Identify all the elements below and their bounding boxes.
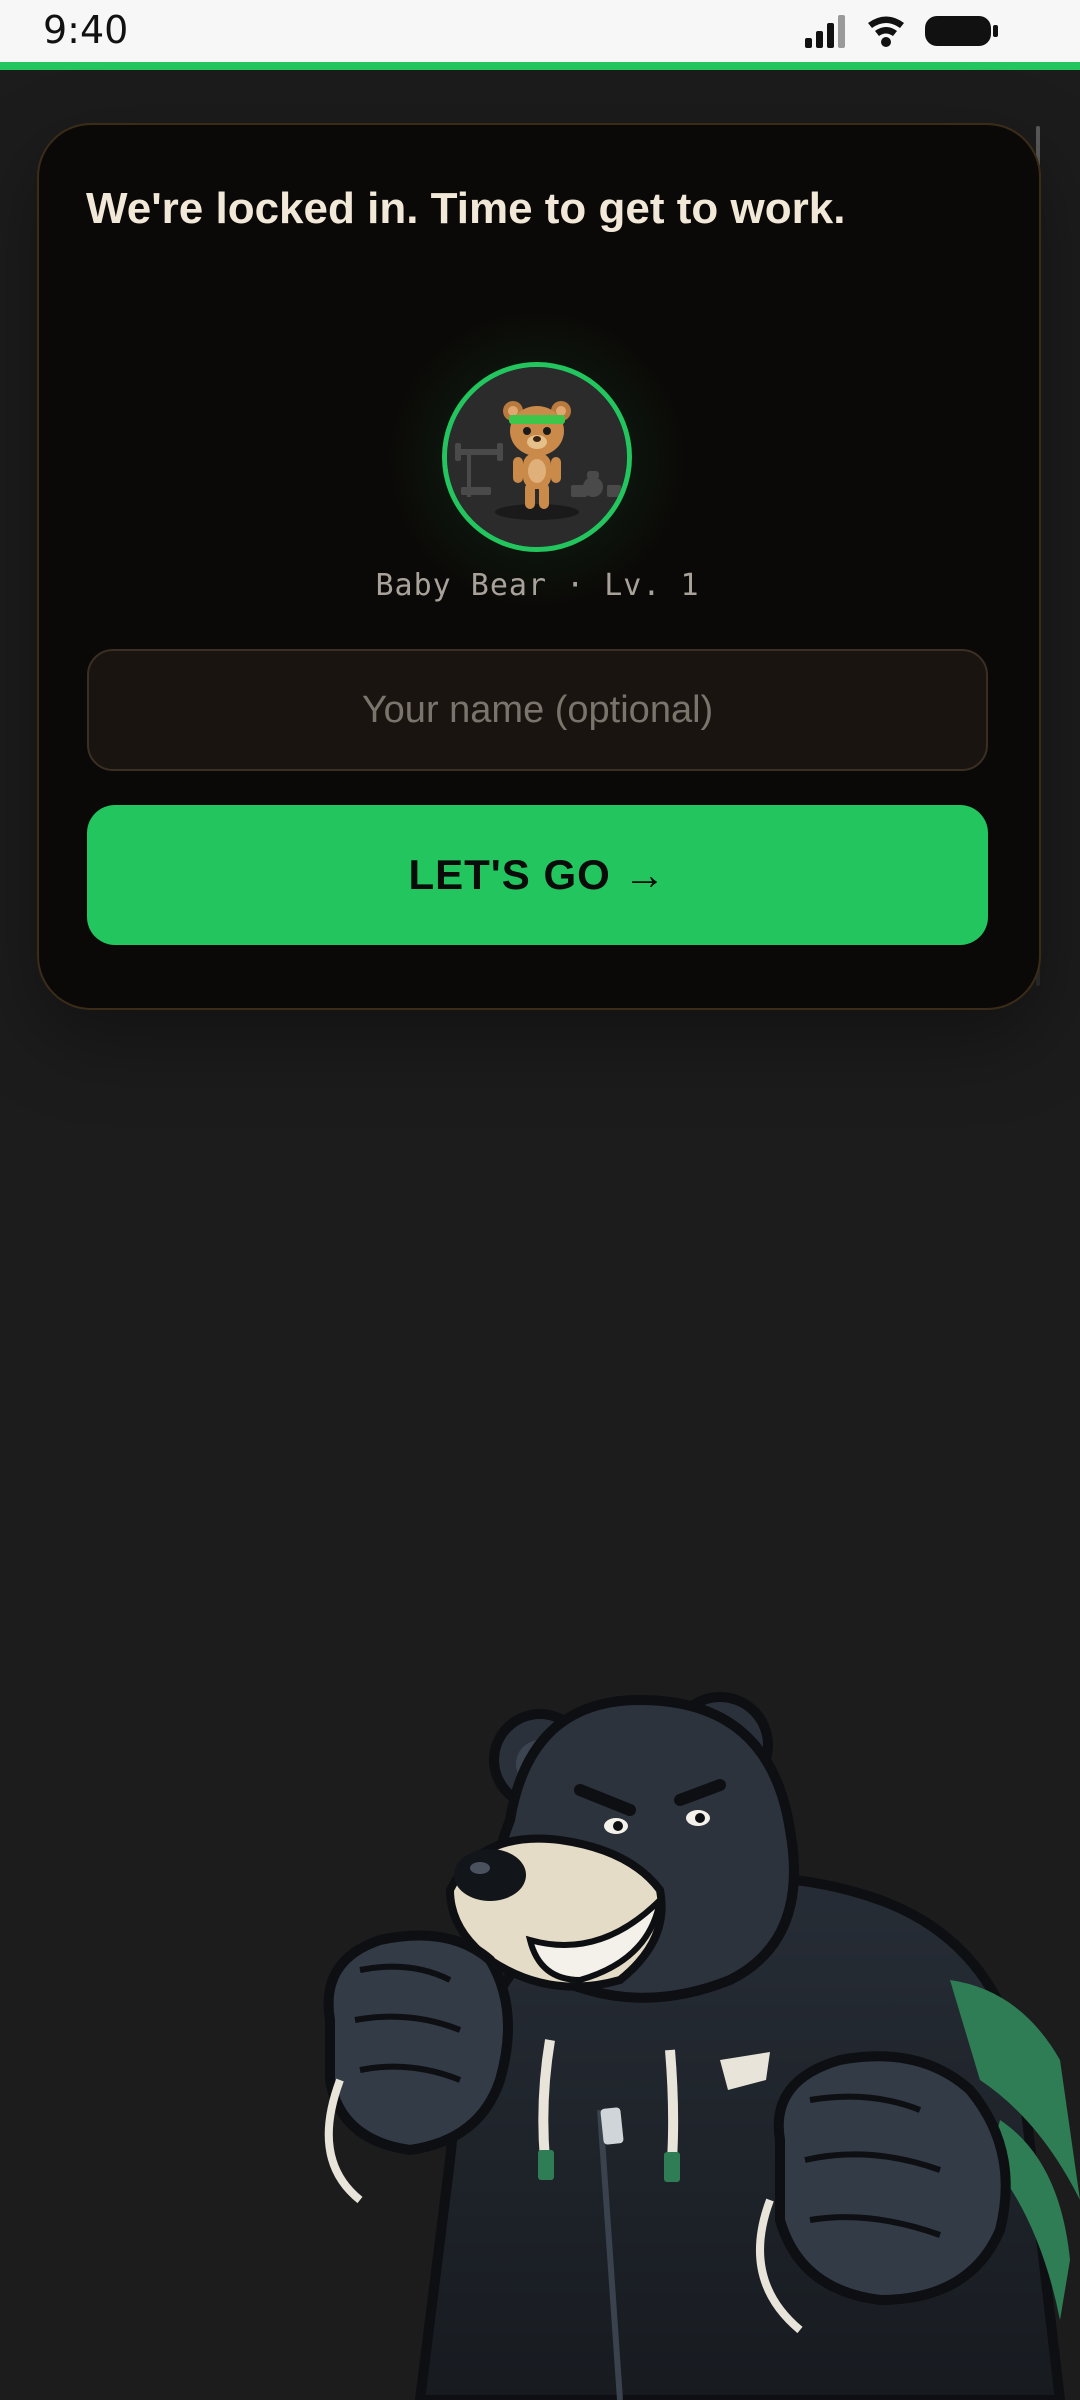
baby-bear-avatar-icon [447,367,627,547]
status-icons [805,15,998,48]
status-bar: 9:40 [0,0,1080,62]
rank-label: Baby Bear · Lv. 1 [375,568,700,603]
lets-go-button[interactable]: LET'S GO → [87,805,988,945]
progress-accent-line [0,62,1080,70]
status-time: 9:40 [43,8,129,52]
bear-mascot-illustration [323,1692,1080,2400]
avatar [442,362,632,552]
wifi-icon [868,16,904,47]
battery-icon [925,16,998,46]
headline: We're locked in. Time to get to work. [86,184,846,233]
name-input[interactable] [87,649,988,771]
signal-icon [805,15,845,48]
